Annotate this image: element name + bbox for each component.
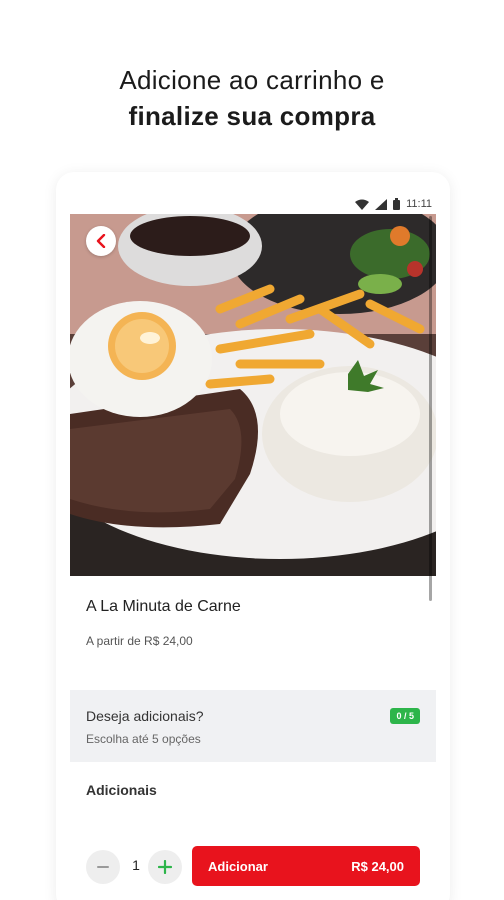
addons-hint: Escolha até 5 opções bbox=[86, 732, 201, 746]
headline-line-2: finalize sua compra bbox=[128, 101, 376, 131]
product-screen: A La Minuta de Carne A partir de R$ 24,0… bbox=[70, 214, 436, 900]
add-button-label: Adicionar bbox=[208, 858, 268, 874]
status-bar: 11:11 bbox=[70, 194, 436, 214]
cart-footer: 1 Adicionar R$ 24,00 bbox=[70, 842, 436, 900]
product-price-from: A partir de R$ 24,00 bbox=[86, 634, 193, 648]
scrollbar[interactable] bbox=[429, 216, 432, 601]
phone-frame: 11:11 A La Minuta de Carne A partir de R… bbox=[56, 172, 450, 900]
minus-icon bbox=[97, 866, 109, 868]
quantity-value: 1 bbox=[132, 857, 140, 873]
addons-counter-badge: 0 / 5 bbox=[390, 708, 420, 724]
headline-line-1: Adicione ao carrinho e bbox=[119, 65, 385, 95]
signal-icon bbox=[375, 198, 388, 210]
battery-icon bbox=[393, 198, 401, 210]
product-name: A La Minuta de Carne bbox=[86, 598, 241, 615]
increase-quantity-button[interactable] bbox=[148, 850, 182, 884]
wifi-icon bbox=[355, 199, 370, 210]
plus-icon bbox=[158, 860, 172, 874]
add-button-total: R$ 24,00 bbox=[351, 858, 404, 874]
addons-question: Deseja adicionais? bbox=[86, 708, 204, 724]
status-time: 11:11 bbox=[406, 198, 432, 210]
add-to-cart-button[interactable]: Adicionar R$ 24,00 bbox=[192, 846, 420, 886]
product-image bbox=[70, 214, 436, 576]
promo-headline: Adicione ao carrinho e finalize sua comp… bbox=[0, 62, 504, 134]
chevron-left-icon bbox=[96, 234, 106, 248]
back-button[interactable] bbox=[86, 226, 116, 256]
addons-section-title: Adicionais bbox=[86, 782, 157, 798]
decrease-quantity-button[interactable] bbox=[86, 850, 120, 884]
addons-header: Deseja adicionais? Escolha até 5 opções … bbox=[70, 690, 436, 762]
